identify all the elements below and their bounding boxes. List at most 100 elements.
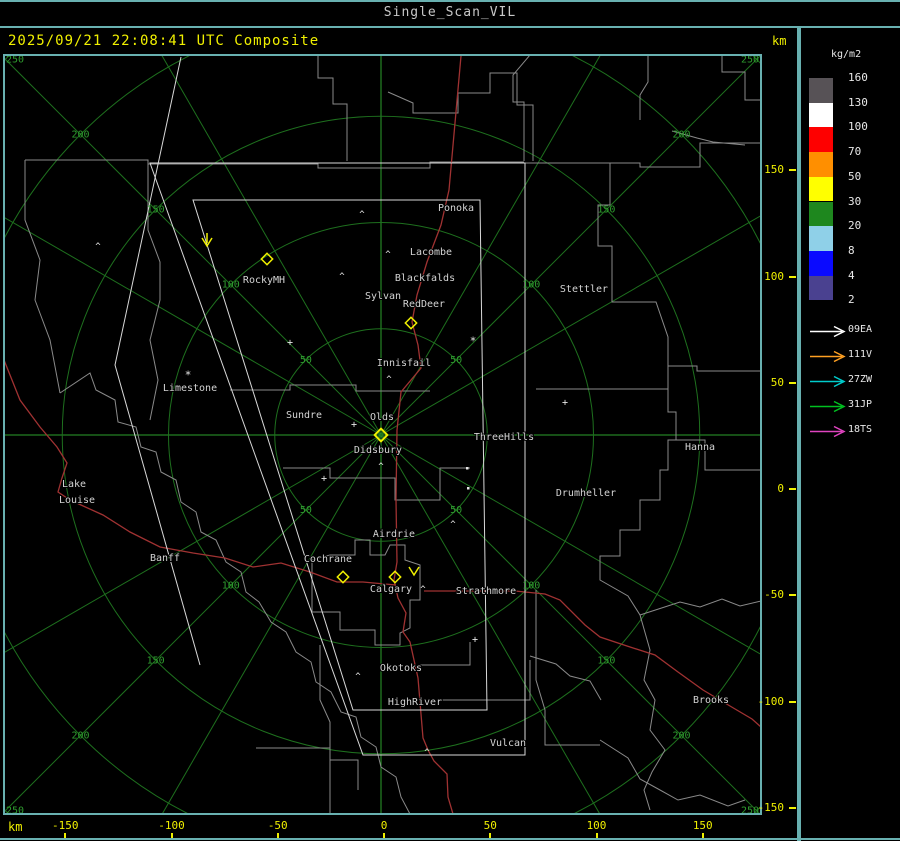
ring-distance-label: 150 <box>597 655 615 666</box>
county-boundary <box>317 56 348 161</box>
ring-distance-label: 150 <box>147 655 165 666</box>
ring-distance-label: 50 <box>300 505 312 516</box>
ring-distance-label: 50 <box>300 355 312 366</box>
radar-id-label: 18TS <box>848 424 873 435</box>
radar-site-marker <box>260 252 274 266</box>
town-label: Vulcan <box>490 738 526 749</box>
town-marker: + <box>472 635 478 646</box>
legend-swatch <box>809 152 833 177</box>
county-boundary <box>25 159 524 169</box>
x-axis-label: 0 <box>380 819 388 832</box>
county-boundary <box>512 56 530 161</box>
y-axis-unit-label: km <box>772 34 787 48</box>
county-boundary <box>440 660 531 701</box>
county-boundary <box>535 590 600 746</box>
town-label: Olds <box>370 412 394 423</box>
x-axis-label: 150 <box>692 819 713 832</box>
azimuth-spoke <box>5 217 382 436</box>
azimuth-spoke <box>380 56 601 436</box>
town-marker: + <box>351 420 357 431</box>
y-axis-tick <box>789 700 796 703</box>
town-label: Brooks <box>693 695 729 706</box>
radar-application-window: Single_Scan_VIL 2025/09/21 22:08:41 UTC … <box>0 0 900 841</box>
county-boundary <box>283 467 470 501</box>
legend-threshold-label: 130 <box>848 95 868 109</box>
radar-map[interactable]: 50 50 50 50 100 100 100 100 150 150 150 150 200 200 20… <box>3 54 762 815</box>
radar-site-marker <box>404 316 418 330</box>
legend-threshold-label: 160 <box>848 71 868 84</box>
azimuth-spoke <box>5 58 382 436</box>
town-marker: ^ <box>378 462 384 472</box>
town-label: Calgary <box>370 584 412 595</box>
town-label: Drumheller <box>556 488 616 499</box>
ring-distance-label: 150 <box>597 205 615 216</box>
x-axis-label: 50 <box>483 819 497 832</box>
town-marker: + <box>321 474 327 485</box>
town-marker: ^ <box>359 210 365 220</box>
y-axis-label: -150 <box>757 800 785 814</box>
window-title: Single_Scan_VIL <box>383 5 517 20</box>
y-axis-tick <box>789 594 796 597</box>
ring-distance-label: 50 <box>450 505 462 516</box>
legend-threshold-label: 30 <box>848 194 862 208</box>
azimuth-spoke <box>380 56 760 436</box>
town-marker: ^ <box>355 672 361 682</box>
county-boundary <box>59 372 411 813</box>
y-axis-label: 100 <box>764 269 784 283</box>
y-axis-label: -50 <box>764 588 784 602</box>
legend-threshold-label: 8 <box>848 243 855 257</box>
panel-divider <box>797 28 801 841</box>
town-label: Blackfalds <box>395 273 455 284</box>
y-axis-tick <box>789 169 796 172</box>
town-marker: ^ <box>385 250 391 260</box>
county-boundary <box>420 642 471 666</box>
x-axis-label: -150 <box>52 819 79 832</box>
legend-threshold-label: 50 <box>848 169 862 183</box>
legend-threshold-label: 20 <box>848 219 862 233</box>
county-boundary <box>529 655 602 701</box>
titlebar-bottom-rule <box>0 26 900 28</box>
county-boundary <box>536 366 669 390</box>
radar-id-label: 09EA <box>848 324 873 335</box>
town-label: Okotoks <box>380 663 422 674</box>
highway-line <box>424 590 760 727</box>
town-label: Sylvan <box>365 291 401 302</box>
legend-swatch <box>809 176 833 202</box>
ring-distance-label: 200 <box>672 129 690 140</box>
town-marker: ^ <box>339 272 345 282</box>
ring-distance-label: 200 <box>672 731 690 742</box>
county-boundary <box>599 739 746 807</box>
town-label: Airdrie <box>373 529 415 540</box>
titlebar-top-rule <box>0 0 900 2</box>
radar-id-label: 111V <box>848 349 873 360</box>
radar-arrow-icon <box>808 323 846 342</box>
x-axis-label: -50 <box>267 819 288 832</box>
town-label: Innisfail <box>377 358 431 369</box>
scan-sector-outline <box>149 162 526 756</box>
town-marker: ^ <box>450 520 456 530</box>
legend-swatch <box>809 201 833 227</box>
town-label: Banff <box>150 553 180 564</box>
county-boundary <box>387 72 534 161</box>
x-axis-label: -100 <box>158 819 185 832</box>
azimuth-spoke <box>161 56 382 436</box>
radar-id-label: 27ZW <box>848 374 873 385</box>
radar-arrow-icon <box>808 423 846 442</box>
radar-arrow-icon <box>810 350 846 363</box>
radar-arrow-icon <box>810 425 846 438</box>
town-label: RockyMH <box>243 275 285 286</box>
ring-distance-label: 50 <box>450 355 462 366</box>
town-marker: * <box>185 369 192 382</box>
town-label: Louise <box>59 495 95 506</box>
x-axis-unit-label: km <box>8 820 23 834</box>
town-label: Limestone <box>163 383 217 394</box>
y-axis-tick <box>789 381 796 384</box>
y-axis-tick <box>789 275 796 278</box>
county-boundary <box>230 384 430 392</box>
legend-swatch <box>809 127 833 153</box>
county-boundary <box>639 598 760 616</box>
radar-arrow-icon <box>810 325 846 338</box>
y-axis-label: 150 <box>764 163 784 177</box>
y-axis-label: -100 <box>757 694 785 708</box>
town-label: Stettler <box>560 284 608 295</box>
